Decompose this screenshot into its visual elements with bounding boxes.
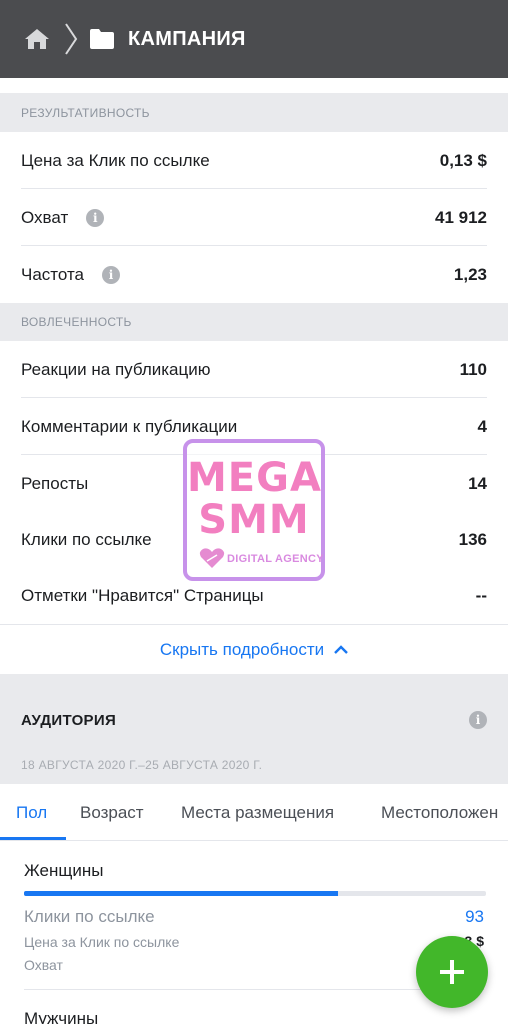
chevron-right-icon <box>64 21 80 57</box>
watermark-logo: MEGA SMM DIGITAL AGENCY <box>183 439 325 581</box>
page-title: КАМПАНИЯ <box>128 27 246 50</box>
watermark-sub: DIGITAL AGENCY <box>227 553 324 565</box>
clicks-value[interactable]: 93 <box>465 907 484 927</box>
info-icon[interactable]: i <box>102 265 121 284</box>
audience-tabs: Пол Возраст Места размещения Местоположе… <box>0 784 508 841</box>
group-divider <box>24 989 484 990</box>
tab-placements[interactable]: Места размещения <box>181 784 334 840</box>
metric-label: Цена за Клик по ссылке <box>21 150 210 170</box>
metric-label: Репосты <box>21 473 89 493</box>
metric-value: 14 <box>468 473 487 493</box>
reach-label: Охват <box>24 957 63 973</box>
chevron-up-icon <box>334 644 348 655</box>
section-header-performance: РЕЗУЛЬТАТИВНОСТЬ <box>0 93 508 132</box>
active-tab-indicator <box>0 837 66 840</box>
hide-details-link[interactable]: Скрыть подробности <box>0 624 508 674</box>
metric-value: 1,23 <box>453 264 487 284</box>
group-name-women: Женщины <box>24 861 104 880</box>
plus-icon <box>440 960 464 984</box>
folder-icon[interactable] <box>90 28 114 50</box>
metric-value: 136 <box>458 529 487 549</box>
info-icon[interactable]: i <box>469 711 487 729</box>
heart-icon <box>199 548 225 568</box>
tab-age[interactable]: Возраст <box>80 784 144 840</box>
watermark-line1: MEGA <box>187 455 322 501</box>
metric-value: 4 <box>477 416 487 436</box>
cpc-label: Цена за Клик по ссылке <box>24 934 180 950</box>
metric-label: Комментарии к публикации <box>21 416 238 436</box>
progress-fill <box>24 891 339 896</box>
clicks-label: Клики по ссылке <box>24 907 155 926</box>
metric-value: 41 912 <box>435 207 487 227</box>
audience-header: АУДИТОРИЯ i 18 АВГУСТА 2020 Г.–25 АВГУСТ… <box>0 674 508 784</box>
group-name-men: Мужчины <box>24 1009 99 1024</box>
metric-label: Отметки "Нравится" Страницы <box>21 585 264 605</box>
tab-gender[interactable]: Пол <box>16 784 47 840</box>
metric-label: Охват <box>21 207 69 227</box>
audience-title: АУДИТОРИЯ <box>21 712 117 729</box>
home-icon[interactable] <box>24 26 50 52</box>
metric-row-cpc: Цена за Клик по ссылке 0,13 $ <box>0 132 508 189</box>
add-button[interactable] <box>416 936 488 1008</box>
metric-label: Частота <box>21 264 85 284</box>
metric-label: Реакции на публикацию <box>21 359 211 379</box>
top-bar: КАМПАНИЯ <box>0 0 508 78</box>
tab-location[interactable]: Местоположен <box>381 784 498 840</box>
metric-row-frequency: Частота i 1,23 <box>0 246 508 303</box>
metric-row-reach: Охват i 41 912 <box>0 189 508 246</box>
metric-value: 0,13 $ <box>439 150 487 170</box>
metric-row-reactions: Реакции на публикацию 110 <box>0 341 508 398</box>
metric-label: Клики по ссылке <box>21 529 152 549</box>
info-icon[interactable]: i <box>86 208 105 227</box>
date-range: 18 АВГУСТА 2020 Г.–25 АВГУСТА 2020 Г. <box>21 758 263 772</box>
watermark-line2: SMM <box>198 497 310 543</box>
metric-value: -- <box>475 585 487 605</box>
hide-details-label: Скрыть подробности <box>159 639 325 659</box>
metric-value: 110 <box>459 359 487 379</box>
progress-bar-women <box>24 891 486 896</box>
section-header-engagement: ВОВЛЕЧЕННОСТЬ <box>0 303 508 341</box>
header-spacer <box>0 78 508 93</box>
